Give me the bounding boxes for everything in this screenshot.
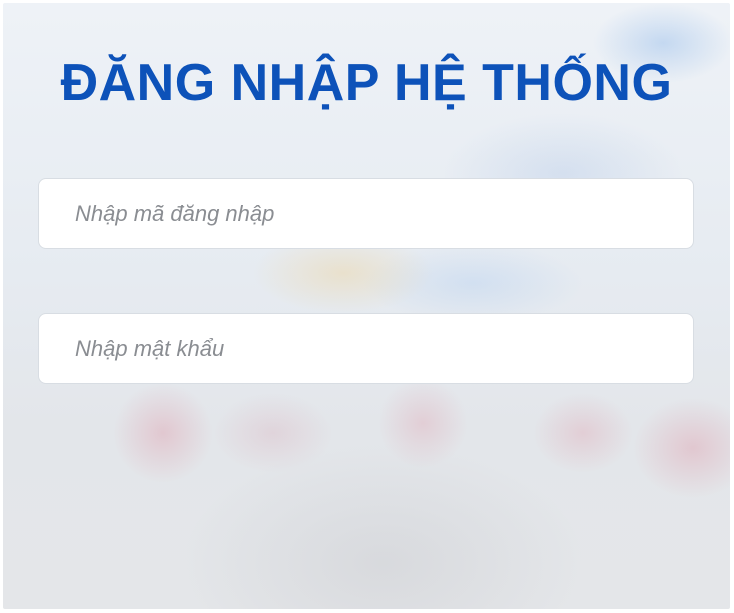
- password-input[interactable]: [39, 314, 693, 383]
- username-field[interactable]: [38, 178, 694, 249]
- username-input[interactable]: [39, 179, 693, 248]
- password-field[interactable]: [38, 313, 694, 384]
- login-panel: ĐĂNG NHẬP HỆ THỐNG: [3, 3, 730, 609]
- page-title: ĐĂNG NHẬP HỆ THỐNG: [60, 54, 673, 112]
